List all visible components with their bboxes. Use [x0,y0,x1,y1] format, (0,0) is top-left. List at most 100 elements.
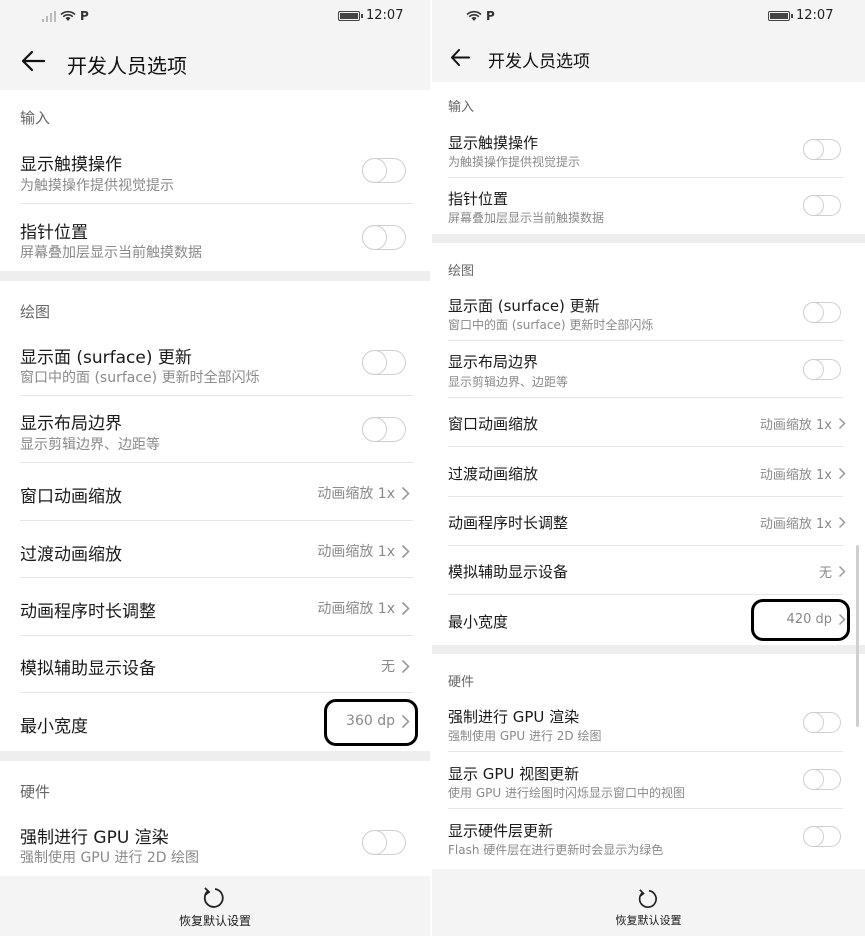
setting-force-gpu[interactable]: 强制进行 GPU 渲染 强制使用 GPU 进行 2D 绘图 [432,696,865,752]
status-time: 12:07 [796,8,834,23]
setting-title: 强制进行 GPU 渲染 [448,708,580,726]
arrow-left-icon[interactable] [20,50,46,72]
section-header-input: 输入 [0,90,430,136]
chevron-right-icon [838,417,846,430]
status-time: 12:07 [366,8,404,23]
chevron-right-icon [838,565,846,578]
setting-show-touches[interactable]: 显示触摸操作 为触摸操作提供视觉提示 [432,122,865,178]
app-bar: 开发人员选项 [432,38,865,78]
setting-title: 动画程序时长调整 [448,514,569,532]
setting-title: 模拟辅助显示设备 [20,659,156,679]
setting-subtitle: 显示剪辑边界、边距等 [20,437,160,453]
setting-window-animation[interactable]: 窗口动画缩放 动画缩放 1x [0,463,430,521]
setting-value: 动画缩放 1x [759,468,832,483]
chevron-right-icon [401,659,410,673]
setting-value: 动画缩放 1x [759,517,832,532]
setting-window-animation[interactable]: 窗口动画缩放 动画缩放 1x [432,398,865,447]
setting-subtitle: 为触摸操作提供视觉提示 [20,178,174,194]
section-gap [0,271,430,281]
setting-layout-bounds[interactable]: 显示布局边界 显示剪辑边界、边距等 [0,396,430,463]
setting-title: 最小宽度 [20,717,88,737]
setting-value: 动画缩放 1x [759,418,832,433]
toggle-switch[interactable] [362,225,406,250]
section-header-hardware: 硬件 [432,654,865,696]
arrow-left-icon[interactable] [449,48,471,67]
parking-icon: P [486,9,495,23]
setting-title: 最小宽度 [448,613,509,631]
setting-animator-duration[interactable]: 动画程序时长调整 动画缩放 1x [432,497,865,546]
setting-pointer-location[interactable]: 指针位置 屏幕叠加层显示当前触摸数据 [0,204,430,271]
setting-subtitle: 显示剪辑边界、边距等 [448,375,569,389]
battery-icon [338,10,363,21]
setting-value: 动画缩放 1x [317,601,395,617]
toggle-switch[interactable] [803,712,841,733]
setting-value: 动画缩放 1x [317,486,395,502]
setting-title: 显示 GPU 视图更新 [448,765,580,783]
status-bar: P 12:07 [0,0,430,34]
setting-simulate-display[interactable]: 模拟辅助显示设备 无 [432,546,865,595]
toggle-switch[interactable] [803,195,841,216]
setting-subtitle: 窗口中的面 (surface) 更新时全部闪烁 [20,370,260,386]
chevron-right-icon [401,601,410,615]
setting-title: 显示布局边界 [20,414,122,434]
setting-animator-duration[interactable]: 动画程序时长调整 动画缩放 1x [0,578,430,636]
setting-force-gpu[interactable]: 强制进行 GPU 渲染 强制使用 GPU 进行 2D 绘图 [0,809,430,877]
toggle-switch[interactable] [362,417,406,442]
setting-title: 窗口动画缩放 [20,487,122,507]
bottom-bar: 恢复默认设置 [0,876,430,936]
setting-smallest-width[interactable]: 最小宽度 420 dp [432,595,865,645]
setting-transition-animation[interactable]: 过渡动画缩放 动画缩放 1x [0,521,430,578]
chevron-right-icon [838,467,846,480]
toggle-switch[interactable] [803,359,841,380]
setting-title: 显示触摸操作 [20,155,122,175]
setting-smallest-width[interactable]: 最小宽度 360 dp [0,693,430,751]
setting-title: 显示面 (surface) 更新 [448,297,600,315]
setting-show-touches[interactable]: 显示触摸操作 为触摸操作提供视觉提示 [0,136,430,204]
setting-surface-updates[interactable]: 显示面 (surface) 更新 窗口中的面 (surface) 更新时全部闪烁 [432,285,865,341]
setting-gpu-view-updates[interactable]: 显示 GPU 视图更新 使用 GPU 进行绘图时闪烁显示窗口中的视图 [432,752,865,809]
toggle-switch[interactable] [803,302,841,323]
setting-title: 动画程序时长调整 [20,602,156,622]
signal-icon [42,10,56,22]
setting-pointer-location[interactable]: 指针位置 屏幕叠加层显示当前触摸数据 [432,178,865,234]
setting-subtitle: Flash 硬件层在进行更新时会显示为绿色 [448,843,664,857]
chevron-right-icon [401,544,410,558]
setting-subtitle: 强制使用 GPU 进行 2D 绘图 [448,729,602,743]
chevron-right-icon [838,516,846,529]
refresh-icon[interactable] [202,886,228,910]
toggle-switch[interactable] [362,350,406,375]
scrollbar[interactable] [856,545,859,727]
status-bar: P 12:07 [432,0,865,34]
setting-transition-animation[interactable]: 过渡动画缩放 动画缩放 1x [432,447,865,497]
section-header-drawing: 绘图 [0,281,430,329]
setting-value: 无 [818,566,832,581]
toggle-switch[interactable] [362,830,406,855]
setting-title: 指针位置 [448,190,509,208]
reset-defaults-button[interactable]: 恢复默认设置 [179,912,251,929]
setting-layout-bounds[interactable]: 显示布局边界 显示剪辑边界、边距等 [432,341,865,398]
toggle-switch[interactable] [803,826,841,847]
parking-icon: P [80,9,89,23]
setting-title: 模拟辅助显示设备 [448,563,569,581]
setting-subtitle: 屏幕叠加层显示当前触摸数据 [20,245,202,261]
setting-hw-layer-updates[interactable]: 显示硬件层更新 Flash 硬件层在进行更新时会显示为绿色 [432,809,865,869]
page-title: 开发人员选项 [67,54,187,78]
setting-subtitle: 强制使用 GPU 进行 2D 绘图 [20,850,200,866]
toggle-switch[interactable] [803,139,841,160]
reset-defaults-button[interactable]: 恢复默认设置 [616,912,682,928]
section-gap [432,234,865,243]
setting-title: 窗口动画缩放 [448,415,539,433]
bottom-bar: 恢复默认设置 [432,880,865,936]
setting-value: 无 [381,659,395,675]
setting-title: 显示布局边界 [448,353,539,371]
setting-surface-updates[interactable]: 显示面 (surface) 更新 窗口中的面 (surface) 更新时全部闪烁 [0,329,430,396]
toggle-switch[interactable] [362,158,406,183]
section-header-input: 输入 [432,82,865,122]
highlight-annotation [751,599,850,641]
right-screen: P 12:07 开发人员选项 输入 显示触摸操作 为触摸操作提供视觉提示 指针位… [432,0,865,936]
setting-simulate-display[interactable]: 模拟辅助显示设备 无 [0,636,430,693]
toggle-switch[interactable] [803,769,841,790]
setting-subtitle: 窗口中的面 (surface) 更新时全部闪烁 [448,318,654,332]
setting-subtitle: 为触摸操作提供视觉提示 [448,155,581,169]
refresh-icon[interactable] [637,888,661,910]
